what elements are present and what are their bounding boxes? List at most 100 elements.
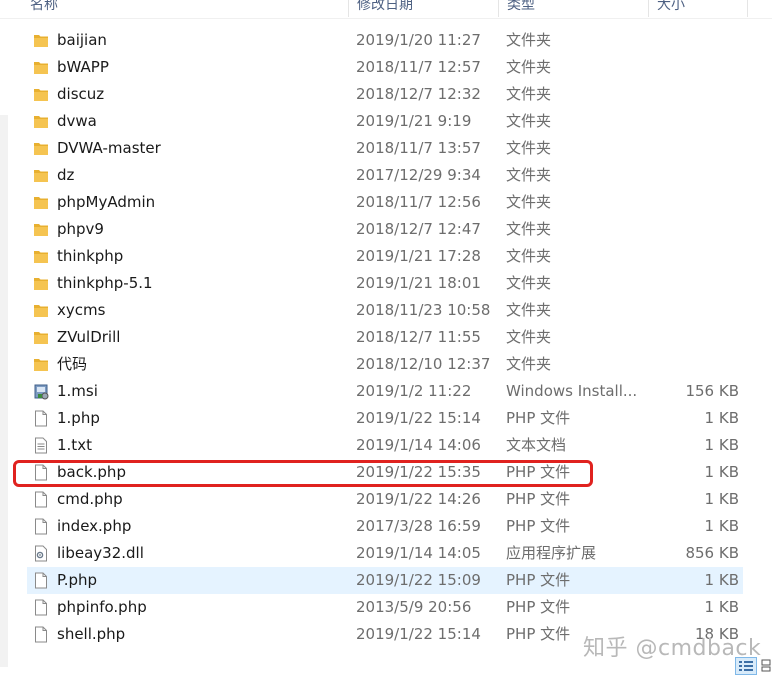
file-date: 2019/1/22 14:26 [356, 490, 481, 508]
file-row[interactable]: P.php 2019/1/22 15:09 PHP 文件 1 KB [27, 567, 743, 594]
folder-icon [33, 356, 49, 373]
file-size: 156 KB [685, 382, 739, 400]
file-name: baijian [57, 31, 107, 49]
file-name: dvwa [57, 112, 97, 130]
file-row[interactable]: 1.txt 2019/1/14 14:06 文本文档 1 KB [27, 432, 743, 459]
large-icons-view-icon[interactable] [760, 657, 772, 675]
folder-icon [33, 194, 49, 211]
file-date: 2018/11/7 12:57 [356, 58, 481, 76]
file-name: 代码 [57, 355, 88, 373]
folder-icon [33, 221, 49, 238]
folder-icon [33, 140, 49, 157]
folder-row[interactable]: xycms 2018/11/23 10:58 文件夹 [27, 297, 743, 324]
column-header-bar: 名称 修改日期 类型 大小 [0, 0, 772, 19]
file-row[interactable]: index.php 2017/3/28 16:59 PHP 文件 1 KB [27, 513, 743, 540]
file-name: shell.php [57, 625, 126, 643]
annotation-highlight-box [13, 460, 593, 487]
folder-row[interactable]: thinkphp-5.1 2019/1/21 18:01 文件夹 [27, 270, 743, 297]
column-header-name[interactable]: 名称 [22, 0, 349, 17]
file-icon [33, 599, 49, 616]
file-date: 2018/12/7 12:32 [356, 85, 481, 103]
file-name: phpinfo.php [57, 598, 147, 616]
file-date: 2017/3/28 16:59 [356, 517, 481, 535]
file-type: 文件夹 [506, 85, 552, 103]
file-date: 2019/1/22 15:14 [356, 625, 481, 643]
file-row[interactable]: cmd.php 2019/1/22 14:26 PHP 文件 1 KB [27, 486, 743, 513]
file-date: 2018/12/7 11:55 [356, 328, 481, 346]
file-row[interactable]: libeay32.dll 2019/1/14 14:05 应用程序扩展 856 KB [27, 540, 743, 567]
file-type: 文件夹 [506, 31, 552, 49]
file-size: 856 KB [685, 544, 739, 562]
folder-row[interactable]: discuz 2018/12/7 12:32 文件夹 [27, 81, 743, 108]
folder-icon [33, 59, 49, 76]
file-type: 文件夹 [506, 355, 552, 373]
file-name: thinkphp-5.1 [57, 274, 153, 292]
file-size: 1 KB [704, 490, 739, 508]
folder-icon [33, 329, 49, 346]
folder-row[interactable]: ZVulDrill 2018/12/7 11:55 文件夹 [27, 324, 743, 351]
folder-row[interactable]: 代码 2018/12/10 12:37 文件夹 [27, 351, 743, 378]
file-size: 1 KB [704, 598, 739, 616]
file-date: 2017/12/29 9:34 [356, 166, 481, 184]
file-name: 1.php [57, 409, 100, 427]
folder-icon [33, 113, 49, 130]
file-type: 文件夹 [506, 139, 552, 157]
folder-row[interactable]: DVWA-master 2018/11/7 13:57 文件夹 [27, 135, 743, 162]
file-type: 应用程序扩展 [506, 544, 597, 562]
file-row[interactable]: phpinfo.php 2013/5/9 20:56 PHP 文件 1 KB [27, 594, 743, 621]
navigation-pane-edge [0, 115, 8, 667]
folder-row[interactable]: thinkphp 2019/1/21 17:28 文件夹 [27, 243, 743, 270]
file-name: libeay32.dll [57, 544, 144, 562]
folder-row[interactable]: bWAPP 2018/11/7 12:57 文件夹 [27, 54, 743, 81]
file-icon [33, 491, 49, 508]
folder-icon [33, 302, 49, 319]
folder-row[interactable]: phpMyAdmin 2018/11/7 12:56 文件夹 [27, 189, 743, 216]
file-type: PHP 文件 [506, 490, 571, 508]
file-type: 文件夹 [506, 247, 552, 265]
file-type: 文件夹 [506, 112, 552, 130]
file-icon [33, 572, 49, 589]
file-name: thinkphp [57, 247, 124, 265]
file-size: 1 KB [704, 436, 739, 454]
file-name: cmd.php [57, 490, 123, 508]
file-type: PHP 文件 [506, 409, 571, 427]
file-name: ZVulDrill [57, 328, 121, 346]
file-type: 文件夹 [506, 301, 552, 319]
file-name: DVWA-master [57, 139, 161, 157]
file-row[interactable]: 1.msi 2019/1/2 11:22 Windows Install... 156… [27, 378, 743, 405]
column-header-size[interactable]: 大小 [649, 0, 748, 17]
file-date: 2019/1/21 17:28 [356, 247, 481, 265]
file-name: phpv9 [57, 220, 104, 238]
file-size: 1 KB [704, 409, 739, 427]
file-date: 2019/1/21 9:19 [356, 112, 472, 130]
file-date: 2019/1/22 15:14 [356, 409, 481, 427]
file-type: 文件夹 [506, 58, 552, 76]
folder-row[interactable]: dvwa 2019/1/21 9:19 文件夹 [27, 108, 743, 135]
folder-icon [33, 32, 49, 49]
file-type: PHP 文件 [506, 517, 571, 535]
file-icon [33, 518, 49, 535]
file-date: 2019/1/21 18:01 [356, 274, 481, 292]
file-name: dz [57, 166, 75, 184]
details-view-icon[interactable] [735, 657, 757, 675]
file-date: 2019/1/20 11:27 [356, 31, 481, 49]
dll-icon [33, 545, 49, 562]
folder-row[interactable]: dz 2017/12/29 9:34 文件夹 [27, 162, 743, 189]
folder-row[interactable]: baijian 2019/1/20 11:27 文件夹 [27, 27, 743, 54]
file-name: discuz [57, 85, 105, 103]
file-name: 1.msi [57, 382, 98, 400]
column-header-date[interactable]: 修改日期 [349, 0, 499, 17]
file-date: 2019/1/22 15:09 [356, 571, 481, 589]
file-date: 2018/12/10 12:37 [356, 355, 491, 373]
file-row[interactable]: 1.php 2019/1/22 15:14 PHP 文件 1 KB [27, 405, 743, 432]
file-date: 2018/11/7 13:57 [356, 139, 481, 157]
file-date: 2019/1/14 14:05 [356, 544, 481, 562]
column-header-type[interactable]: 类型 [499, 0, 649, 17]
file-date: 2018/11/23 10:58 [356, 301, 491, 319]
folder-icon [33, 275, 49, 292]
file-size: 1 KB [704, 517, 739, 535]
text-file-icon [33, 437, 49, 454]
file-name: 1.txt [57, 436, 92, 454]
folder-row[interactable]: phpv9 2018/12/7 12:47 文件夹 [27, 216, 743, 243]
file-date: 2019/1/14 14:06 [356, 436, 481, 454]
